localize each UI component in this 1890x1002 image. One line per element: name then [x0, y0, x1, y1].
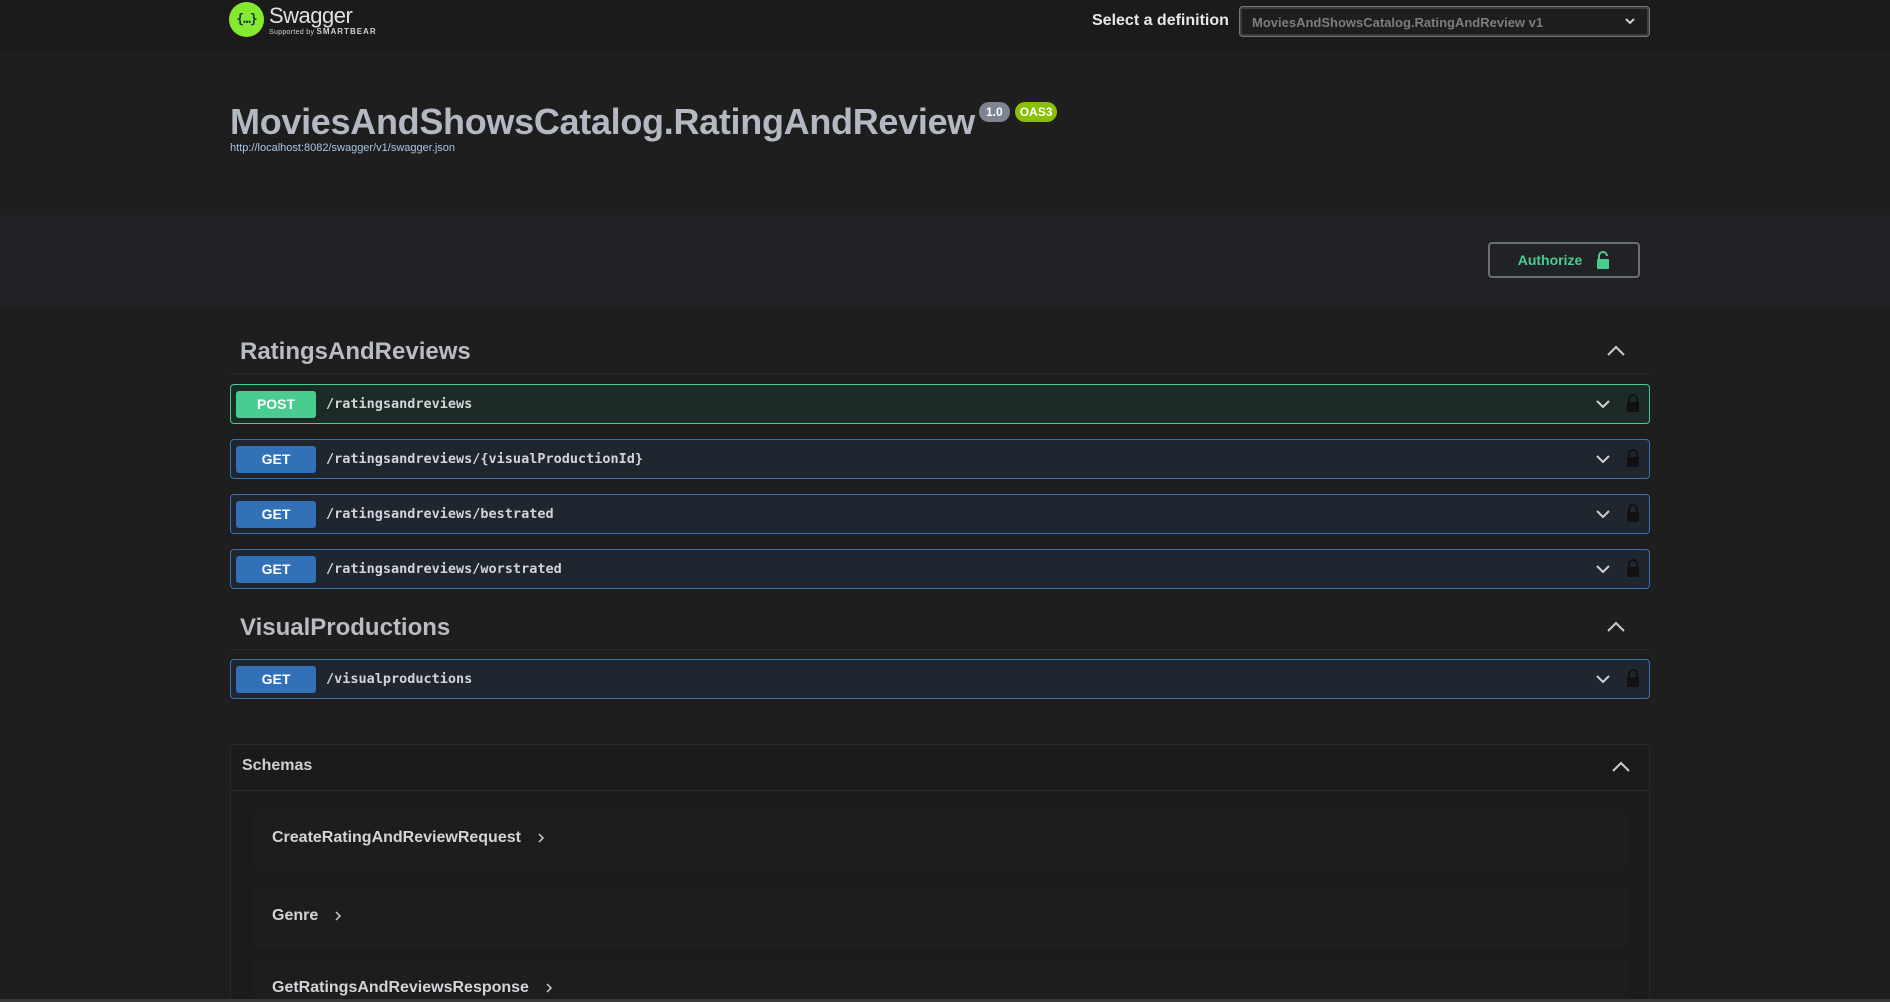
operation-path: /ratingsandreviews/worstrated [326, 561, 562, 577]
authorize-label: Authorize [1517, 252, 1583, 268]
schema-model-name: Genre [272, 907, 319, 924]
chevron-down-icon[interactable] [1595, 563, 1611, 575]
operation-path: /ratingsandreviews/bestrated [326, 506, 554, 522]
lock-icon[interactable] [1626, 558, 1640, 578]
schema-model-name: CreateRatingAndReviewRequest [272, 829, 521, 846]
swagger-logo-icon: {…} [229, 2, 264, 37]
lock-icon[interactable] [1626, 393, 1640, 413]
schemas-section: Schemas CreateRatingAndReviewRequest Gen… [230, 744, 1650, 1002]
logo-subtitle: Supported by SMARTBEAR [269, 27, 377, 36]
api-info: MoviesAndShowsCatalog.RatingAndReview 1.… [230, 100, 1058, 154]
method-badge: POST [236, 390, 316, 418]
chevron-down-icon[interactable] [1595, 453, 1611, 465]
chevron-up-icon[interactable] [1606, 344, 1626, 358]
chevron-down-icon[interactable] [1595, 673, 1611, 685]
chevron-right-icon [335, 911, 342, 921]
operation-path: /ratingsandreviews/{visualProductionId} [326, 451, 643, 467]
operation-get-worstrated[interactable]: GET /ratingsandreviews/worstrated [230, 549, 1650, 589]
schema-model-name: GetRatingsAndReviewsResponse [272, 979, 529, 996]
tag-ratingsandreviews[interactable]: RatingsAndReviews [230, 334, 1650, 374]
page-title: MoviesAndShowsCatalog.RatingAndReview [230, 101, 975, 142]
unlock-icon [1597, 251, 1610, 269]
swagger-logo[interactable]: {…} Swagger Supported by SMARTBEAR [229, 2, 377, 37]
logo-name: Swagger [269, 3, 353, 28]
operation-get-ratingsandreviews-by-id[interactable]: GET /ratingsandreviews/{visualProduction… [230, 439, 1650, 479]
chevron-right-icon [538, 833, 545, 843]
tag-title: VisualProductions [240, 614, 451, 641]
oas-badge: OAS3 [1014, 102, 1058, 122]
schemas-title: Schemas [242, 757, 313, 774]
method-badge: GET [236, 555, 316, 583]
chevron-down-icon [1625, 18, 1635, 25]
chevron-up-icon[interactable] [1606, 620, 1626, 634]
topbar: {…} Swagger Supported by SMARTBEAR Selec… [0, 0, 1890, 51]
chevron-down-icon[interactable] [1595, 508, 1611, 520]
definition-select[interactable]: MoviesAndShowsCatalog.RatingAndReview v1 [1239, 6, 1650, 37]
operation-get-bestrated[interactable]: GET /ratingsandreviews/bestrated [230, 494, 1650, 534]
chevron-right-icon [546, 983, 553, 993]
operation-get-visualproductions[interactable]: GET /visualproductions [230, 659, 1650, 699]
chevron-down-icon[interactable] [1595, 398, 1611, 410]
schemas-header[interactable]: Schemas [231, 745, 1649, 791]
schema-model[interactable]: GetRatingsAndReviewsResponse [253, 959, 1629, 1002]
method-badge: GET [236, 445, 316, 473]
version-badge: 1.0 [979, 102, 1010, 122]
method-badge: GET [236, 665, 316, 693]
lock-icon[interactable] [1626, 503, 1640, 523]
lock-icon[interactable] [1626, 448, 1640, 468]
tag-visualproductions[interactable]: VisualProductions [230, 610, 1650, 650]
schema-model[interactable]: CreateRatingAndReviewRequest [253, 809, 1629, 871]
lock-icon[interactable] [1626, 668, 1640, 688]
definition-label: Select a definition [1092, 12, 1229, 29]
definition-value: MoviesAndShowsCatalog.RatingAndReview v1 [1252, 15, 1544, 30]
operation-post-ratingsandreviews[interactable]: POST /ratingsandreviews [230, 384, 1650, 424]
authorize-button[interactable]: Authorize [1488, 242, 1640, 278]
chevron-up-icon[interactable] [1611, 760, 1631, 774]
operation-path: /ratingsandreviews [326, 396, 473, 412]
schema-model[interactable]: Genre [253, 887, 1629, 949]
operation-path: /visualproductions [326, 671, 473, 687]
method-badge: GET [236, 500, 316, 528]
tag-title: RatingsAndReviews [240, 338, 471, 365]
